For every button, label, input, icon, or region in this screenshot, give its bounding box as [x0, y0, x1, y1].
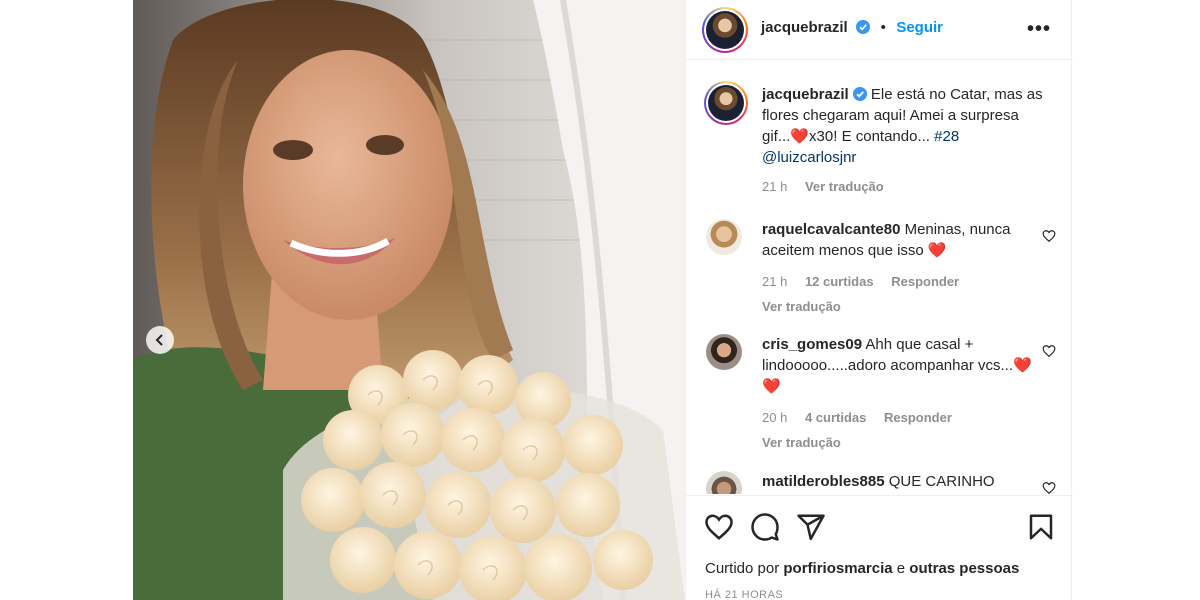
comment-time: 20 h	[762, 410, 788, 425]
caption-text-cont: x30! E contando...	[809, 128, 930, 145]
heart-icon[interactable]	[704, 512, 734, 542]
comment-icon[interactable]	[750, 512, 780, 542]
comment-likes[interactable]: 4 curtidas	[805, 410, 866, 425]
comments-list[interactable]: jacquebrazil Ele está no Catar, mas as f…	[686, 61, 1073, 494]
instagram-post: jacquebrazil • Seguir ••• jacquebrazil E…	[0, 0, 1200, 600]
post-photo[interactable]	[133, 0, 685, 600]
carousel-prev-button[interactable]	[146, 326, 174, 354]
translate-link[interactable]: Ver tradução	[762, 296, 1042, 317]
author-avatar[interactable]	[702, 7, 748, 53]
follow-button[interactable]: Seguir	[896, 19, 943, 36]
liked-prefix: Curtido por	[705, 560, 780, 577]
liked-conj: e	[896, 560, 906, 577]
post-side-panel: jacquebrazil • Seguir ••• jacquebrazil E…	[685, 0, 1073, 600]
comment-likes[interactable]: 12 curtidas	[805, 274, 874, 289]
comment-text: QUE CARINHO	[888, 473, 995, 490]
mention-link[interactable]: @luizcarlosjnr	[762, 149, 856, 166]
liked-user-link[interactable]: porfiriosmarcia	[783, 560, 892, 577]
verified-badge-icon	[852, 87, 867, 101]
bookmark-icon[interactable]	[1026, 512, 1056, 542]
caption-username[interactable]: jacquebrazil	[762, 86, 849, 103]
send-icon[interactable]	[796, 512, 826, 542]
comment-username[interactable]: matilderobles885	[762, 473, 885, 490]
comment-emoji: ❤️	[927, 242, 947, 259]
translate-link[interactable]: Ver tradução	[805, 179, 884, 194]
author-username[interactable]: jacquebrazil	[761, 19, 848, 36]
post-timestamp: HÁ 21 HORAS	[705, 589, 784, 600]
photo-illustration	[133, 0, 685, 600]
comment-username[interactable]: cris_gomes09	[762, 336, 862, 353]
commenter-avatar[interactable]	[706, 334, 742, 370]
comment-time: 21 h	[762, 274, 788, 289]
translate-link[interactable]: Ver tradução	[762, 432, 1042, 453]
heart-icon[interactable]	[1042, 229, 1056, 243]
reply-button[interactable]: Responder	[884, 410, 952, 425]
post-actions: Curtido por porfiriosmarcia e outras pes…	[686, 495, 1073, 600]
caption-avatar[interactable]	[704, 81, 748, 125]
separator-dot: •	[880, 19, 886, 36]
commenter-avatar[interactable]	[706, 471, 742, 494]
more-options-button[interactable]: •••	[1027, 18, 1051, 41]
hashtag-link[interactable]: #28	[934, 128, 959, 145]
liked-others-link[interactable]: outras pessoas	[909, 560, 1019, 577]
caption-time: 21 h	[762, 179, 788, 194]
heart-icon[interactable]	[1042, 481, 1056, 494]
comment-username[interactable]: raquelcavalcante80	[762, 221, 900, 238]
post-header: jacquebrazil • Seguir •••	[686, 0, 1073, 60]
commenter-avatar[interactable]	[706, 219, 742, 255]
chevron-left-icon	[155, 334, 163, 346]
heart-icon[interactable]	[1042, 344, 1056, 358]
verified-badge-icon	[856, 20, 871, 34]
reply-button[interactable]: Responder	[891, 274, 959, 289]
liked-by-text: Curtido por porfiriosmarcia e outras pes…	[705, 560, 1019, 577]
heart-emoji: ❤️	[790, 128, 810, 145]
